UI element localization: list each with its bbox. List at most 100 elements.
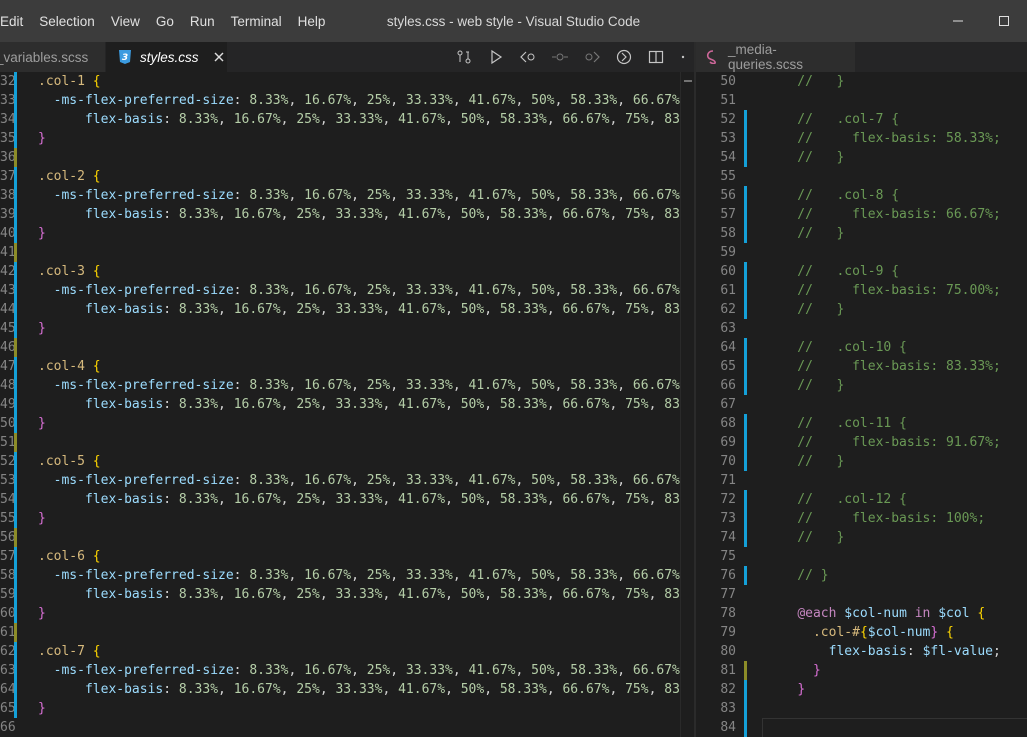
git-change-marker[interactable]: [14, 547, 17, 566]
code-line[interactable]: 64 // .col-10 {: [696, 338, 1027, 357]
code-line[interactable]: 41: [0, 243, 694, 262]
git-change-marker[interactable]: [14, 243, 17, 262]
code-line[interactable]: 50}: [0, 414, 694, 433]
git-change-marker[interactable]: [14, 566, 17, 585]
git-change-marker[interactable]: [744, 433, 747, 452]
git-change-marker[interactable]: [14, 300, 17, 319]
git-change-marker[interactable]: [14, 110, 17, 129]
menu-edit[interactable]: Edit: [0, 0, 31, 42]
go-back-icon[interactable]: [512, 42, 544, 72]
code-line[interactable]: 83: [696, 699, 1027, 718]
git-change-marker[interactable]: [744, 452, 747, 471]
tab-variables-scss[interactable]: _variables.scss: [0, 42, 106, 72]
git-change-marker[interactable]: [14, 452, 17, 471]
menu-selection[interactable]: Selection: [31, 0, 103, 42]
code-line[interactable]: 42 .col-3 {: [0, 262, 694, 281]
code-line[interactable]: 36: [0, 148, 694, 167]
git-change-marker[interactable]: [14, 72, 17, 91]
code-line[interactable]: 51: [0, 433, 694, 452]
code-line[interactable]: 65 // flex-basis: 83.33%;: [696, 357, 1027, 376]
code-line[interactable]: 57 // flex-basis: 66.67%;: [696, 205, 1027, 224]
code-line[interactable]: 53 -ms-flex-preferred-size: 8.33%, 16.67…: [0, 471, 694, 490]
code-line[interactable]: 81 }: [696, 661, 1027, 680]
git-change-marker[interactable]: [14, 186, 17, 205]
git-change-marker[interactable]: [744, 718, 747, 737]
code-line[interactable]: 45}: [0, 319, 694, 338]
menu-help[interactable]: Help: [290, 0, 334, 42]
menu-go[interactable]: Go: [148, 0, 182, 42]
git-change-marker[interactable]: [14, 357, 17, 376]
code-line[interactable]: 61: [0, 623, 694, 642]
code-line[interactable]: 70 // }: [696, 452, 1027, 471]
git-change-marker[interactable]: [14, 129, 17, 148]
code-line[interactable]: 51: [696, 91, 1027, 110]
code-line[interactable]: 53 // flex-basis: 58.33%;: [696, 129, 1027, 148]
code-line[interactable]: 33 -ms-flex-preferred-size: 8.33%, 16.67…: [0, 91, 694, 110]
git-change-marker[interactable]: [744, 566, 747, 585]
git-change-marker[interactable]: [744, 414, 747, 433]
git-change-marker[interactable]: [744, 661, 747, 680]
git-change-marker[interactable]: [744, 509, 747, 528]
code-line[interactable]: 37 .col-2 {: [0, 167, 694, 186]
code-line[interactable]: 34 flex-basis: 8.33%, 16.67%, 25%, 33.33…: [0, 110, 694, 129]
git-change-marker[interactable]: [14, 509, 17, 528]
git-change-marker[interactable]: [14, 661, 17, 680]
code-line[interactable]: 65}: [0, 699, 694, 718]
git-change-marker[interactable]: [14, 623, 17, 642]
code-line[interactable]: 71: [696, 471, 1027, 490]
code-line[interactable]: 76 // }: [696, 566, 1027, 585]
code-line[interactable]: 46: [0, 338, 694, 357]
git-change-marker[interactable]: [14, 699, 17, 718]
code-line[interactable]: 73 // flex-basis: 100%;: [696, 509, 1027, 528]
code-line[interactable]: 63: [696, 319, 1027, 338]
code-line[interactable]: 56 // .col-8 {: [696, 186, 1027, 205]
code-line[interactable]: 82 }: [696, 680, 1027, 699]
git-change-marker[interactable]: [744, 186, 747, 205]
git-change-marker[interactable]: [14, 148, 17, 167]
git-change-marker[interactable]: [744, 110, 747, 129]
go-to-circle-icon[interactable]: [544, 42, 576, 72]
code-line[interactable]: 66: [0, 718, 694, 737]
code-line[interactable]: 66 // }: [696, 376, 1027, 395]
go-forward-icon[interactable]: [576, 42, 608, 72]
code-line[interactable]: 72 // .col-12 {: [696, 490, 1027, 509]
tab-media-queries-scss[interactable]: _media-queries.scss: [696, 42, 856, 72]
code-line[interactable]: 49 flex-basis: 8.33%, 16.67%, 25%, 33.33…: [0, 395, 694, 414]
git-change-marker[interactable]: [744, 205, 747, 224]
menu-run[interactable]: Run: [182, 0, 223, 42]
git-change-marker[interactable]: [14, 433, 17, 452]
git-change-marker[interactable]: [744, 224, 747, 243]
media-queries-editor[interactable]: 50 // } 51 52 // .col-7 {53 // flex-basis:…: [696, 72, 1027, 737]
run-icon[interactable]: [480, 42, 512, 72]
git-change-marker[interactable]: [14, 471, 17, 490]
code-line[interactable]: 40}: [0, 224, 694, 243]
code-line[interactable]: 55: [696, 167, 1027, 186]
code-line[interactable]: 62 .col-7 {: [0, 642, 694, 661]
split-editor-icon[interactable]: [640, 42, 672, 72]
git-change-marker[interactable]: [14, 376, 17, 395]
git-change-marker[interactable]: [14, 490, 17, 509]
code-line[interactable]: 75: [696, 547, 1027, 566]
git-change-marker[interactable]: [744, 680, 747, 699]
git-change-marker[interactable]: [14, 338, 17, 357]
tab-styles-css[interactable]: 3 styles.css: [106, 42, 228, 72]
compare-changes-icon[interactable]: [448, 42, 480, 72]
code-line[interactable]: 54 flex-basis: 8.33%, 16.67%, 25%, 33.33…: [0, 490, 694, 509]
git-change-marker[interactable]: [744, 528, 747, 547]
overview-ruler[interactable]: [680, 72, 694, 737]
git-change-marker[interactable]: [14, 414, 17, 433]
code-line[interactable]: 43 -ms-flex-preferred-size: 8.33%, 16.67…: [0, 281, 694, 300]
git-change-marker[interactable]: [14, 205, 17, 224]
git-change-marker[interactable]: [14, 167, 17, 186]
code-line[interactable]: 47 .col-4 {: [0, 357, 694, 376]
code-line[interactable]: 38 -ms-flex-preferred-size: 8.33%, 16.67…: [0, 186, 694, 205]
git-change-marker[interactable]: [744, 300, 747, 319]
git-change-marker[interactable]: [744, 699, 747, 718]
git-change-marker[interactable]: [14, 91, 17, 110]
code-line[interactable]: 44 flex-basis: 8.33%, 16.67%, 25%, 33.33…: [0, 300, 694, 319]
styles-css-editor[interactable]: 32 .col-1 {33 -ms-flex-preferred-size: 8.…: [0, 72, 694, 737]
code-line[interactable]: 80 flex-basis: $fl-value;: [696, 642, 1027, 661]
maximize-button[interactable]: [981, 0, 1027, 42]
code-line[interactable]: 50 // }: [696, 72, 1027, 91]
git-change-marker[interactable]: [744, 281, 747, 300]
